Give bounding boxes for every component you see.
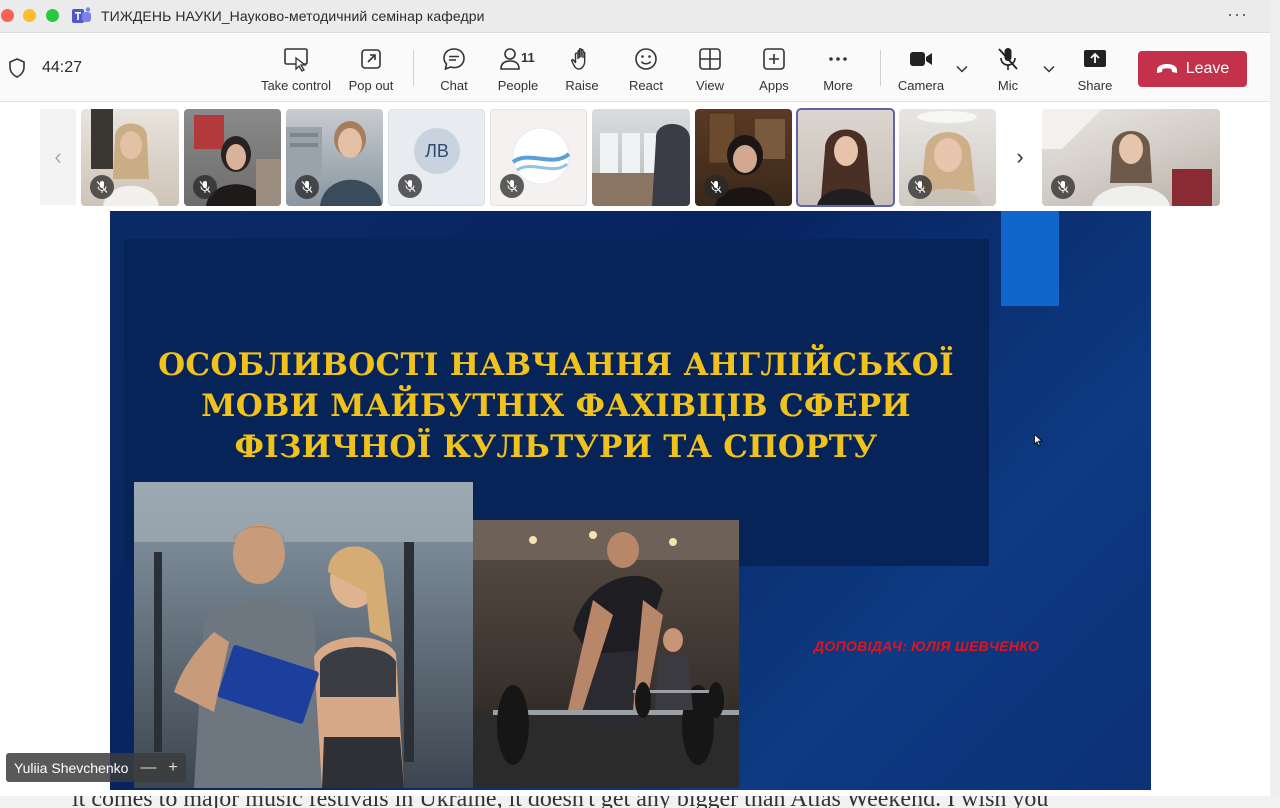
view-button[interactable]: View [675,46,745,93]
camera-button[interactable]: Camera [886,46,956,93]
toolbar-divider [880,50,881,86]
teams-logo-icon [72,7,91,23]
participant-strip: ‹ ЛВ › [0,103,1270,211]
deadlift-training-photo [473,520,739,788]
share-screen-icon [1084,50,1106,67]
meeting-timer: 44:27 [42,59,83,76]
title-bar: ТИЖДЕНЬ НАУКИ_Науково-методичний семінар… [0,0,1270,33]
take-control-label: Take control [260,78,332,93]
participant-tile[interactable] [184,109,281,206]
people-label: People [497,78,539,93]
mic-label: Mic [997,78,1019,93]
more-button[interactable]: More [803,46,873,93]
react-label: React [629,78,663,93]
strip-next-chevron-icon[interactable]: › [1002,109,1038,205]
share-button[interactable]: Share [1060,46,1130,93]
participant-tile[interactable] [286,109,383,206]
add-apps-icon [763,48,785,70]
slide-presenter-caption: ДОПОВІДАЧ: ЮЛІЯ ШЕВЧЕНКО [814,638,1040,654]
slide-title-line: МОВИ МАЙБУТНІХ ФАХІВЦІВ СФЕРИ [201,388,911,424]
leave-button[interactable]: Leave [1138,51,1247,87]
mouse-pointer-icon [1034,434,1043,446]
window-title: ТИЖДЕНЬ НАУКИ_Науково-методичний семінар… [101,8,485,24]
chat-button[interactable]: Chat [419,46,489,93]
window-close-button[interactable] [1,9,14,22]
slide-title: ОСОБЛИВОСТІ НАВЧАННЯ АНГЛІЙСЬКОЇ МОВИ МА… [150,345,962,468]
toolbar-divider [413,50,414,86]
mic-button[interactable]: Mic [973,46,1043,93]
raise-hand-button[interactable]: Raise [547,46,617,93]
background-window: it comes to major music festivals in Ukr… [0,796,1280,808]
ellipsis-icon [829,57,847,61]
muted-mic-icon [90,175,114,199]
camera-options-chevron-icon[interactable] [955,62,969,76]
raise-label: Raise [565,78,599,93]
presenter-name-tag: Yuliia Shevchenko — + [6,753,186,782]
leave-label: Leave [1185,60,1230,77]
shield-icon[interactable] [8,58,26,78]
window-more-icon[interactable]: ··· [1227,4,1248,25]
muted-mic-icon [500,174,524,198]
pop-out-icon [361,49,381,69]
slide-title-line: ОСОБЛИВОСТІ НАВЧАННЯ АНГЛІЙСЬКОЇ [158,347,954,383]
mic-options-chevron-icon[interactable] [1042,62,1056,76]
participant-video-thumbnail [592,124,690,206]
shared-slide: ОСОБЛИВОСТІ НАВЧАННЯ АНГЛІЙСЬКОЇ МОВИ МА… [110,211,1151,790]
window-minimize-button[interactable] [23,9,36,22]
background-window-text: it comes to major music festivals in Ukr… [72,796,1048,808]
participant-tile[interactable] [592,109,690,206]
participant-tile-active-speaker[interactable] [796,108,895,207]
take-control-icon [284,48,308,72]
fitness-trainers-photo [134,482,473,788]
chat-icon [443,48,465,71]
muted-mic-icon [1051,175,1075,199]
avatar: ЛВ [414,128,460,174]
react-button[interactable]: React [611,46,681,93]
camera-icon [910,52,932,66]
take-control-button[interactable]: Take control [261,46,331,93]
hang-up-icon [1156,64,1177,73]
participant-tile[interactable] [695,109,792,206]
slide-accent-block [1001,211,1059,306]
grid-view-icon [699,48,721,70]
smiley-icon [635,48,657,70]
chat-label: Chat [440,78,468,93]
people-icon [500,48,520,70]
zoom-in-icon[interactable]: + [168,759,177,777]
participant-tile[interactable]: ЛВ [388,109,485,206]
presenter-name: Yuliia Shevchenko [14,759,129,776]
participant-tile[interactable] [81,109,179,206]
window-maximize-button[interactable] [46,9,59,22]
muted-mic-icon [398,174,422,198]
mic-muted-icon [998,48,1018,70]
people-button[interactable]: 11 People [483,46,553,93]
muted-mic-icon [295,175,319,199]
pop-out-label: Pop out [348,78,394,93]
more-label: More [823,78,853,93]
apps-label: Apps [759,78,789,93]
muted-mic-icon [704,175,728,199]
camera-label: Camera [897,78,945,93]
background-window-edge [1270,0,1280,796]
participant-tile[interactable] [1042,109,1220,206]
participant-tile[interactable] [899,109,996,206]
slide-title-line: ФІЗИЧНОЇ КУЛЬТУРИ ТА СПОРТУ [234,429,878,465]
people-count-badge: 11 [521,50,535,65]
pop-out-button[interactable]: Pop out [336,46,406,93]
raise-hand-icon [570,48,586,70]
apps-button[interactable]: Apps [739,46,809,93]
participant-video-thumbnail [817,129,875,206]
muted-mic-icon [193,175,217,199]
muted-mic-icon [908,175,932,199]
share-label: Share [1077,78,1113,93]
zoom-out-icon[interactable]: — [140,759,156,777]
strip-prev-chevron-icon[interactable]: ‹ [40,109,76,205]
view-label: View [696,78,724,93]
meeting-toolbar: 44:27 Take control Pop out Chat 11 Peopl… [0,34,1270,102]
participant-tile[interactable] [490,109,587,206]
